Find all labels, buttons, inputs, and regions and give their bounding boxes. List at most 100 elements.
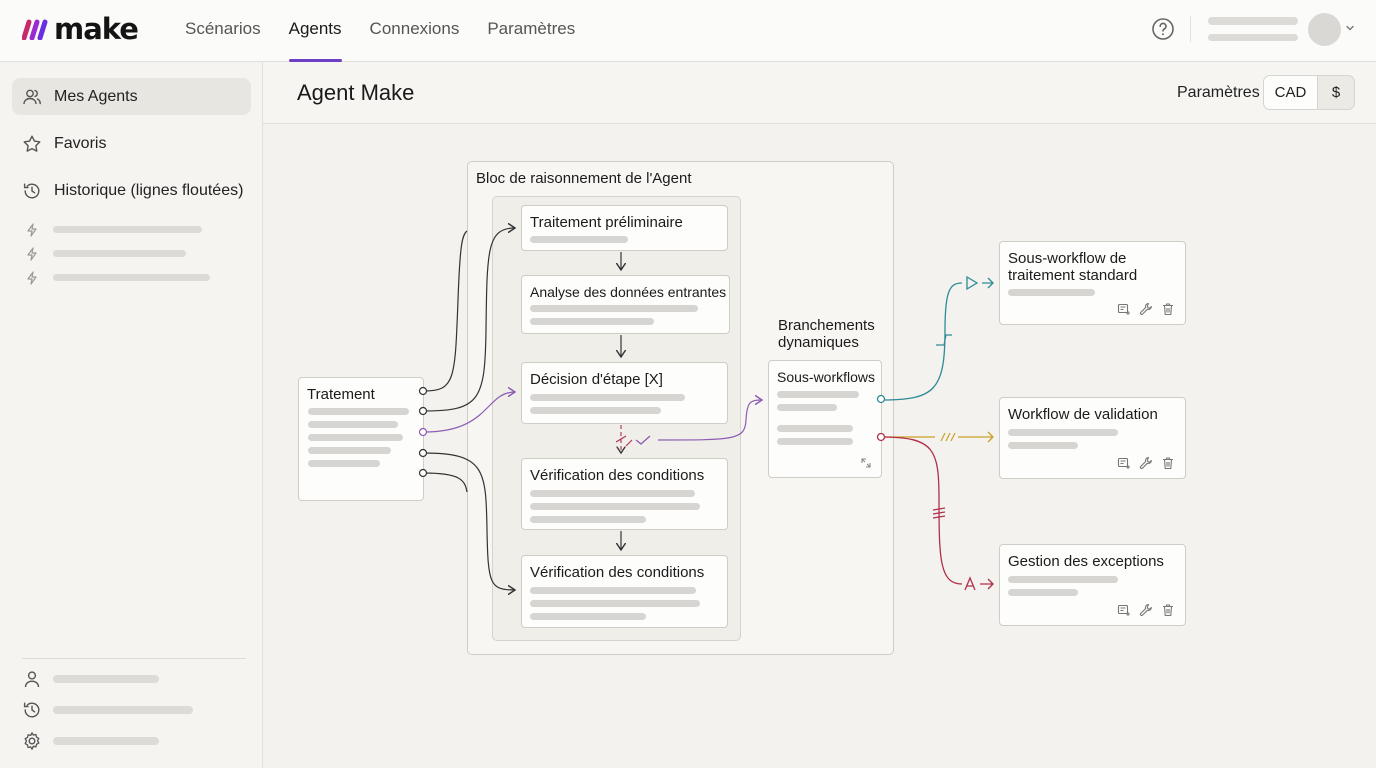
main-nav: Scénarios Agents Connexions Paramètres	[185, 0, 603, 62]
text-placeholder	[308, 434, 403, 441]
history-row-placeholder[interactable]	[53, 274, 210, 281]
bolt-icon	[27, 271, 37, 285]
text-placeholder	[530, 394, 685, 401]
sidebar-item-label: Mes Agents	[54, 87, 138, 105]
step-analyse-donnees[interactable]: Analyse des données entrantes	[521, 275, 730, 334]
trash-icon[interactable]	[1161, 302, 1175, 316]
users-icon	[23, 89, 41, 104]
trash-icon[interactable]	[1161, 456, 1175, 470]
wrench-icon[interactable]	[1139, 603, 1153, 617]
step-verification-1[interactable]: Vérification des conditions	[521, 458, 728, 530]
output-title: Workflow de validation	[1008, 406, 1158, 423]
input-block[interactable]: Tratement	[298, 377, 424, 501]
nav-parametres[interactable]: Paramètres	[487, 0, 575, 62]
exception-icon	[964, 576, 976, 591]
history-icon[interactable]	[22, 700, 42, 720]
currency-toggle: CAD $	[1263, 75, 1355, 110]
subworkflows-title: Sous-workflows	[777, 369, 876, 385]
branching-label: Branchements dynamiques	[778, 317, 875, 351]
reasoning-block-title: Bloc de raisonnement de l'Agent	[476, 170, 692, 187]
currency-option-cad[interactable]: CAD	[1264, 76, 1318, 109]
add-note-icon[interactable]	[1117, 603, 1131, 617]
output-title: Sous-workflow de traitement standard	[1008, 250, 1138, 284]
trash-icon[interactable]	[1161, 603, 1175, 617]
play-icon	[966, 275, 979, 291]
connector	[423, 230, 468, 392]
step-decision[interactable]: Décision d'étape [X]	[521, 362, 728, 424]
currency-option-dollar[interactable]: $	[1318, 76, 1354, 109]
output-workflow-validation[interactable]: Workflow de validation	[999, 397, 1186, 479]
text-placeholder	[1008, 442, 1078, 449]
arrow-right-icon	[982, 277, 994, 289]
user-icon[interactable]	[22, 669, 42, 689]
add-note-icon[interactable]	[1117, 302, 1131, 316]
history-row-placeholder[interactable]	[53, 250, 186, 257]
make-logo[interactable]: make	[22, 12, 139, 46]
text-placeholder	[1008, 289, 1095, 296]
params-label: Paramètres	[1177, 84, 1260, 101]
top-divider	[1190, 16, 1191, 42]
output-sous-workflow-standard[interactable]: Sous-workflow de traitement standard	[999, 241, 1186, 325]
connector	[423, 472, 468, 493]
connector-standard	[881, 282, 963, 401]
history-row-placeholder[interactable]	[53, 226, 202, 233]
sidebar-divider	[22, 658, 246, 659]
user-email-placeholder	[1208, 34, 1298, 41]
text-placeholder	[777, 391, 859, 398]
settings-link-placeholder[interactable]	[53, 737, 159, 745]
text-placeholder	[530, 490, 695, 497]
step-verification-2[interactable]: Vérification des conditions	[521, 555, 728, 628]
sidebar-item-favoris[interactable]: Favoris	[12, 125, 251, 162]
history-icon	[23, 183, 40, 199]
text-placeholder	[530, 600, 700, 607]
sidebar-item-historique[interactable]: Historique (lignes floutées)	[12, 172, 251, 209]
step-title: Vérification des conditions	[530, 467, 705, 484]
page-title: Agent Make	[297, 80, 415, 105]
output-gestion-exceptions[interactable]: Gestion des exceptions	[999, 544, 1186, 626]
connector-exceptions	[881, 436, 963, 585]
chevron-down-icon[interactable]	[1344, 22, 1356, 34]
avatar[interactable]	[1308, 13, 1341, 46]
arrow-right-icon	[980, 578, 994, 590]
make-logo-mark-icon	[22, 19, 48, 40]
text-placeholder	[1008, 429, 1118, 436]
subworkflows-box[interactable]: Sous-workflows	[768, 360, 882, 478]
nav-agents[interactable]: Agents	[288, 0, 342, 62]
help-icon[interactable]	[1151, 17, 1175, 41]
logo-wordmark: make	[54, 12, 139, 46]
input-block-title: Tratement	[307, 386, 375, 403]
sidebar-item-mes-agents[interactable]: Mes Agents	[12, 78, 251, 115]
gear-icon[interactable]	[22, 731, 42, 751]
wrench-icon[interactable]	[1139, 456, 1153, 470]
star-icon	[23, 135, 41, 152]
text-placeholder	[308, 421, 398, 428]
text-placeholder	[530, 407, 661, 414]
add-note-icon[interactable]	[1117, 456, 1131, 470]
nav-scenarios[interactable]: Scénarios	[185, 0, 261, 62]
text-placeholder	[777, 425, 853, 432]
user-name-placeholder	[1208, 17, 1298, 25]
activity-link-placeholder[interactable]	[53, 706, 193, 714]
profile-link-placeholder[interactable]	[53, 675, 159, 683]
bolt-icon	[27, 223, 37, 237]
sidebar-item-label: Historique (lignes floutées)	[54, 181, 244, 199]
sidebar: Mes Agents Favoris Historique (lignes fl…	[0, 62, 263, 768]
arrow-right-icon	[958, 431, 994, 443]
step-title: Vérification des conditions	[530, 564, 705, 581]
text-placeholder	[777, 404, 837, 411]
output-title: Gestion des exceptions	[1008, 553, 1164, 570]
wrench-icon[interactable]	[1139, 302, 1153, 316]
equals-icon	[932, 507, 946, 519]
top-bar: make Scénarios Agents Connexions Paramèt…	[0, 0, 1376, 62]
text-placeholder	[530, 305, 698, 312]
step-traitement-preliminaire[interactable]: Traitement préliminaire	[521, 205, 728, 251]
nav-connexions[interactable]: Connexions	[370, 0, 460, 62]
text-placeholder	[1008, 576, 1118, 583]
text-placeholder	[308, 447, 391, 454]
expand-icon[interactable]	[860, 457, 872, 469]
text-placeholder	[308, 408, 409, 415]
text-placeholder	[530, 318, 654, 325]
step-title: Décision d'étape [X]	[530, 371, 663, 388]
page-header: Agent Make Paramètres CAD $	[263, 62, 1376, 124]
signal-icon	[936, 334, 952, 346]
